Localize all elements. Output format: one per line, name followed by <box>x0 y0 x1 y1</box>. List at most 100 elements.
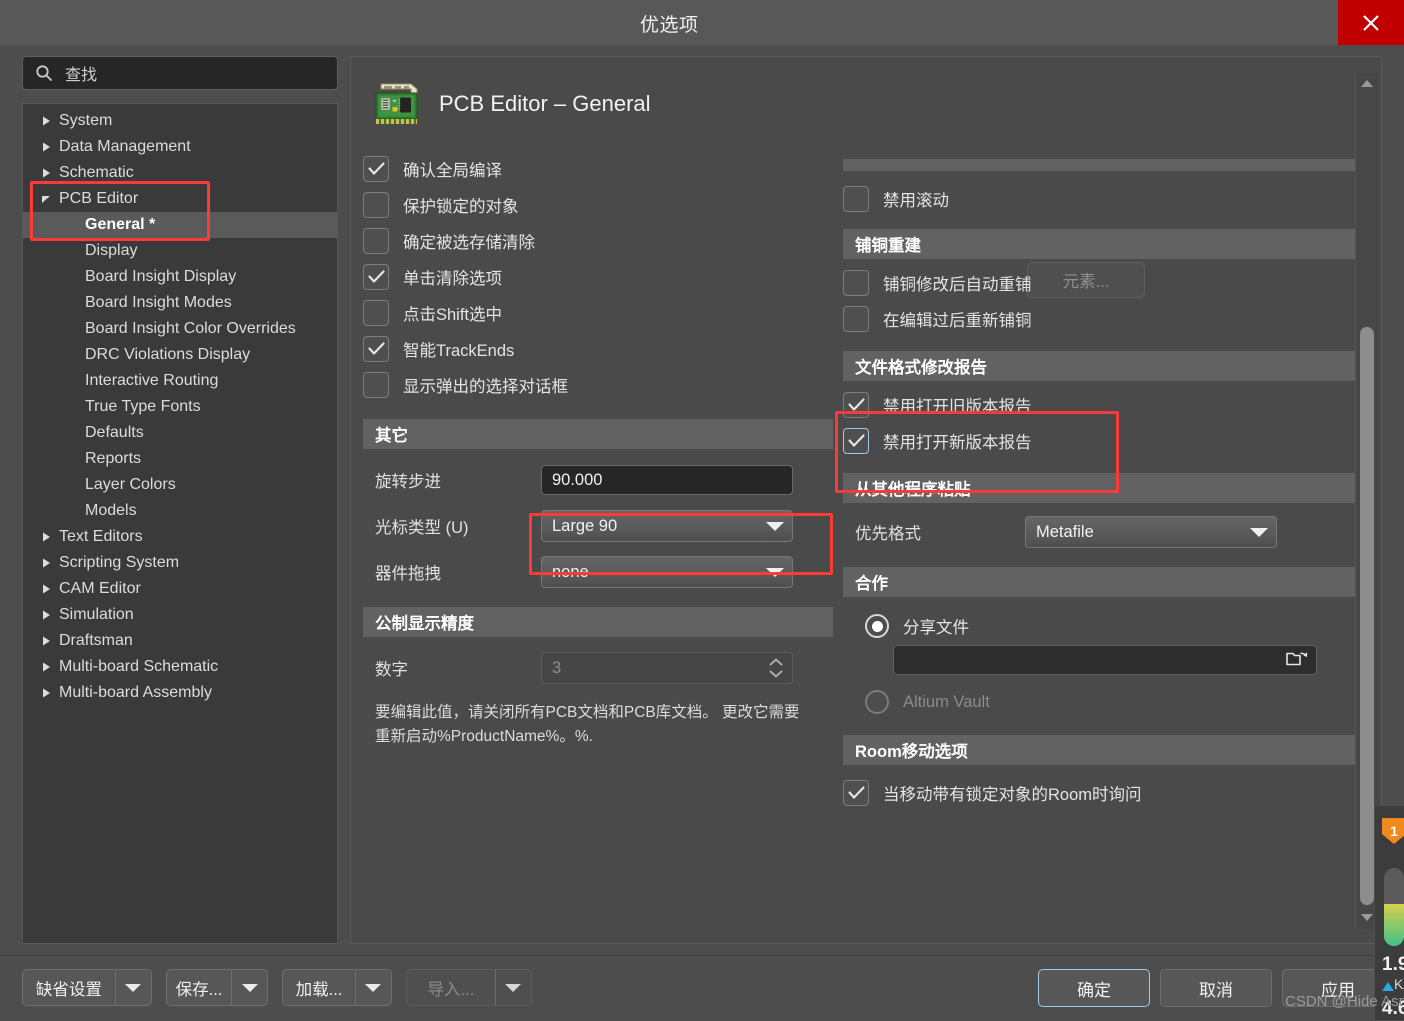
sidebar-item-true-type-fonts[interactable]: True Type Fonts <box>23 394 337 420</box>
polygon-repour-checkbox-1[interactable] <box>843 306 869 332</box>
chevron-right-icon[interactable] <box>39 634 53 648</box>
folder-open-icon[interactable] <box>1286 648 1308 673</box>
editing-option-row-2[interactable]: 确定被选存储清除 <box>363 223 833 259</box>
panel-scrollbar[interactable] <box>1355 73 1378 929</box>
chevron-right-icon[interactable] <box>39 166 53 180</box>
preferred-format-select[interactable]: Metafile <box>1025 516 1277 548</box>
sidebar-item-board-insight-display[interactable]: Board Insight Display <box>23 264 337 290</box>
cancel-button[interactable]: 取消 <box>1160 969 1272 1007</box>
file-format-report-group: 禁用打开旧版本报告 禁用打开新版本报告 <box>843 387 1363 459</box>
footer-split-button-dropdown-1[interactable] <box>231 970 267 1005</box>
polygon-repour-row-0[interactable]: 铺铜修改后自动重铺 <box>843 265 1363 301</box>
sidebar-item-label: Board Insight Display <box>85 268 237 285</box>
sidebar-item-text-editors[interactable]: Text Editors <box>23 524 337 550</box>
editing-option-row-3[interactable]: 单击清除选项 <box>363 259 833 295</box>
share-file-path-input[interactable] <box>893 645 1317 675</box>
sidebar-item-board-insight-modes[interactable]: Board Insight Modes <box>23 290 337 316</box>
settings-tree[interactable]: System Data Management Schematic PCB Editor… <box>22 103 338 944</box>
sidebar-item-simulation[interactable]: Simulation <box>23 602 337 628</box>
footer-split-button-1[interactable]: 保存... <box>166 969 268 1006</box>
rotation-step-input[interactable]: 90.000 <box>541 465 793 495</box>
ok-button[interactable]: 确定 <box>1038 969 1150 1007</box>
chevron-right-icon[interactable] <box>39 660 53 674</box>
disable-scroll-label: 禁用滚动 <box>883 192 949 210</box>
room-move-row-0[interactable]: 当移动带有锁定对象的Room时询问 <box>843 775 1363 811</box>
sidebar-item-label: Interactive Routing <box>85 372 219 389</box>
metric-digits-stepper[interactable]: 3 <box>541 652 793 684</box>
chevron-right-icon[interactable] <box>39 114 53 128</box>
chevron-right-icon[interactable] <box>39 608 53 622</box>
sidebar-item-cam-editor[interactable]: CAM Editor <box>23 576 337 602</box>
sidebar-item-general[interactable]: General * <box>23 212 337 238</box>
editing-option-checkbox-4[interactable] <box>363 300 389 326</box>
disable-scroll-checkbox[interactable] <box>843 186 869 212</box>
sidebar-item-multi-board-assembly[interactable]: Multi-board Assembly <box>23 680 337 706</box>
editing-option-row-0[interactable]: 确认全局编译 <box>363 151 833 187</box>
file-format-report-row-1[interactable]: 禁用打开新版本报告 <box>843 423 1363 459</box>
sidebar-item-reports[interactable]: Reports <box>23 446 337 472</box>
scroll-down-icon <box>1360 909 1374 927</box>
editing-option-checkbox-1[interactable] <box>363 192 389 218</box>
radio-dot-icon <box>871 620 883 632</box>
polygon-repour-label-1: 在编辑过后重新铺铜 <box>883 312 1032 330</box>
sidebar-item-multi-board-schematic[interactable]: Multi-board Schematic <box>23 654 337 680</box>
file-format-report-checkbox-1[interactable] <box>843 428 869 454</box>
footer-split-button-2[interactable]: 加载... <box>282 969 392 1006</box>
editing-option-checkbox-3[interactable] <box>363 264 389 290</box>
chevron-right-icon[interactable] <box>39 686 53 700</box>
chevron-down-icon <box>766 521 784 531</box>
editing-option-label-4: 点击Shift选中 <box>403 306 503 324</box>
editing-option-checkbox-5[interactable] <box>363 336 389 362</box>
sidebar-item-models[interactable]: Models <box>23 498 337 524</box>
polygon-repour-row-1[interactable]: 在编辑过后重新铺铜 <box>843 301 1363 337</box>
footer-split-button-0[interactable]: 缺省设置 <box>22 969 152 1006</box>
footer-split-button-3[interactable]: 导入... <box>406 969 532 1006</box>
altium-vault-radio-row[interactable]: Altium Vault <box>865 683 1363 721</box>
search-input[interactable]: 查找 <box>22 56 338 90</box>
sidebar-item-draftsman[interactable]: Draftsman <box>23 628 337 654</box>
sidebar-item-interactive-routing[interactable]: Interactive Routing <box>23 368 337 394</box>
stepper-arrows-icon[interactable] <box>768 658 784 678</box>
disable-scroll-row[interactable]: 禁用滚动 <box>843 181 1363 217</box>
sidebar-item-scripting-system[interactable]: Scripting System <box>23 550 337 576</box>
sidebar-item-data-management[interactable]: Data Management <box>23 134 337 160</box>
editing-option-checkbox-2[interactable] <box>363 228 389 254</box>
polygon-repour-checkbox-0[interactable] <box>843 270 869 296</box>
file-format-report-row-0[interactable]: 禁用打开旧版本报告 <box>843 387 1363 423</box>
scroll-up-button[interactable] <box>1356 73 1378 95</box>
sidebar-item-label: Board Insight Color Overrides <box>85 320 296 337</box>
close-button[interactable] <box>1338 0 1404 45</box>
footer-split-button-dropdown-0[interactable] <box>114 970 151 1005</box>
chevron-right-icon[interactable] <box>39 140 53 154</box>
editing-option-checkbox-0[interactable] <box>363 156 389 182</box>
sidebar-item-system[interactable]: System <box>23 108 337 134</box>
chevron-right-icon[interactable] <box>39 530 53 544</box>
footer-split-button-dropdown-2[interactable] <box>354 970 391 1005</box>
share-file-radio[interactable] <box>865 614 889 638</box>
chevron-right-icon[interactable] <box>39 556 53 570</box>
editing-option-row-5[interactable]: 智能TrackEnds <box>363 331 833 367</box>
sidebar-item-defaults[interactable]: Defaults <box>23 420 337 446</box>
edge-unit-top: K/ <box>1394 976 1404 992</box>
editing-option-row-6[interactable]: 显示弹出的选择对话框 <box>363 367 833 403</box>
footer-split-button-dropdown-3[interactable] <box>494 970 531 1005</box>
sidebar-item-layer-colors[interactable]: Layer Colors <box>23 472 337 498</box>
chevron-right-icon[interactable] <box>39 582 53 596</box>
chevron-down-icon[interactable] <box>39 192 53 206</box>
sidebar-item-drc-violations-display[interactable]: DRC Violations Display <box>23 342 337 368</box>
component-drag-select[interactable]: none <box>541 556 793 588</box>
sidebar-item-display[interactable]: Display <box>23 238 337 264</box>
file-format-report-checkbox-0[interactable] <box>843 392 869 418</box>
cursor-type-select[interactable]: Large 90 <box>541 510 793 542</box>
editing-option-checkbox-6[interactable] <box>363 372 389 398</box>
sidebar-item-pcb-editor[interactable]: PCB Editor <box>23 186 337 212</box>
share-file-radio-row[interactable]: 分享文件 <box>865 607 1363 645</box>
sidebar-item-schematic[interactable]: Schematic <box>23 160 337 186</box>
sidebar-item-board-insight-color-overrides[interactable]: Board Insight Color Overrides <box>23 316 337 342</box>
sidebar-item-label: Board Insight Modes <box>85 294 232 311</box>
editing-option-row-1[interactable]: 保护锁定的对象 <box>363 187 833 223</box>
scrollbar-thumb[interactable] <box>1360 327 1374 905</box>
editing-option-row-4[interactable]: 点击Shift选中 <box>363 295 833 331</box>
room-move-checkbox-0[interactable] <box>843 780 869 806</box>
altium-vault-radio[interactable] <box>865 690 889 714</box>
